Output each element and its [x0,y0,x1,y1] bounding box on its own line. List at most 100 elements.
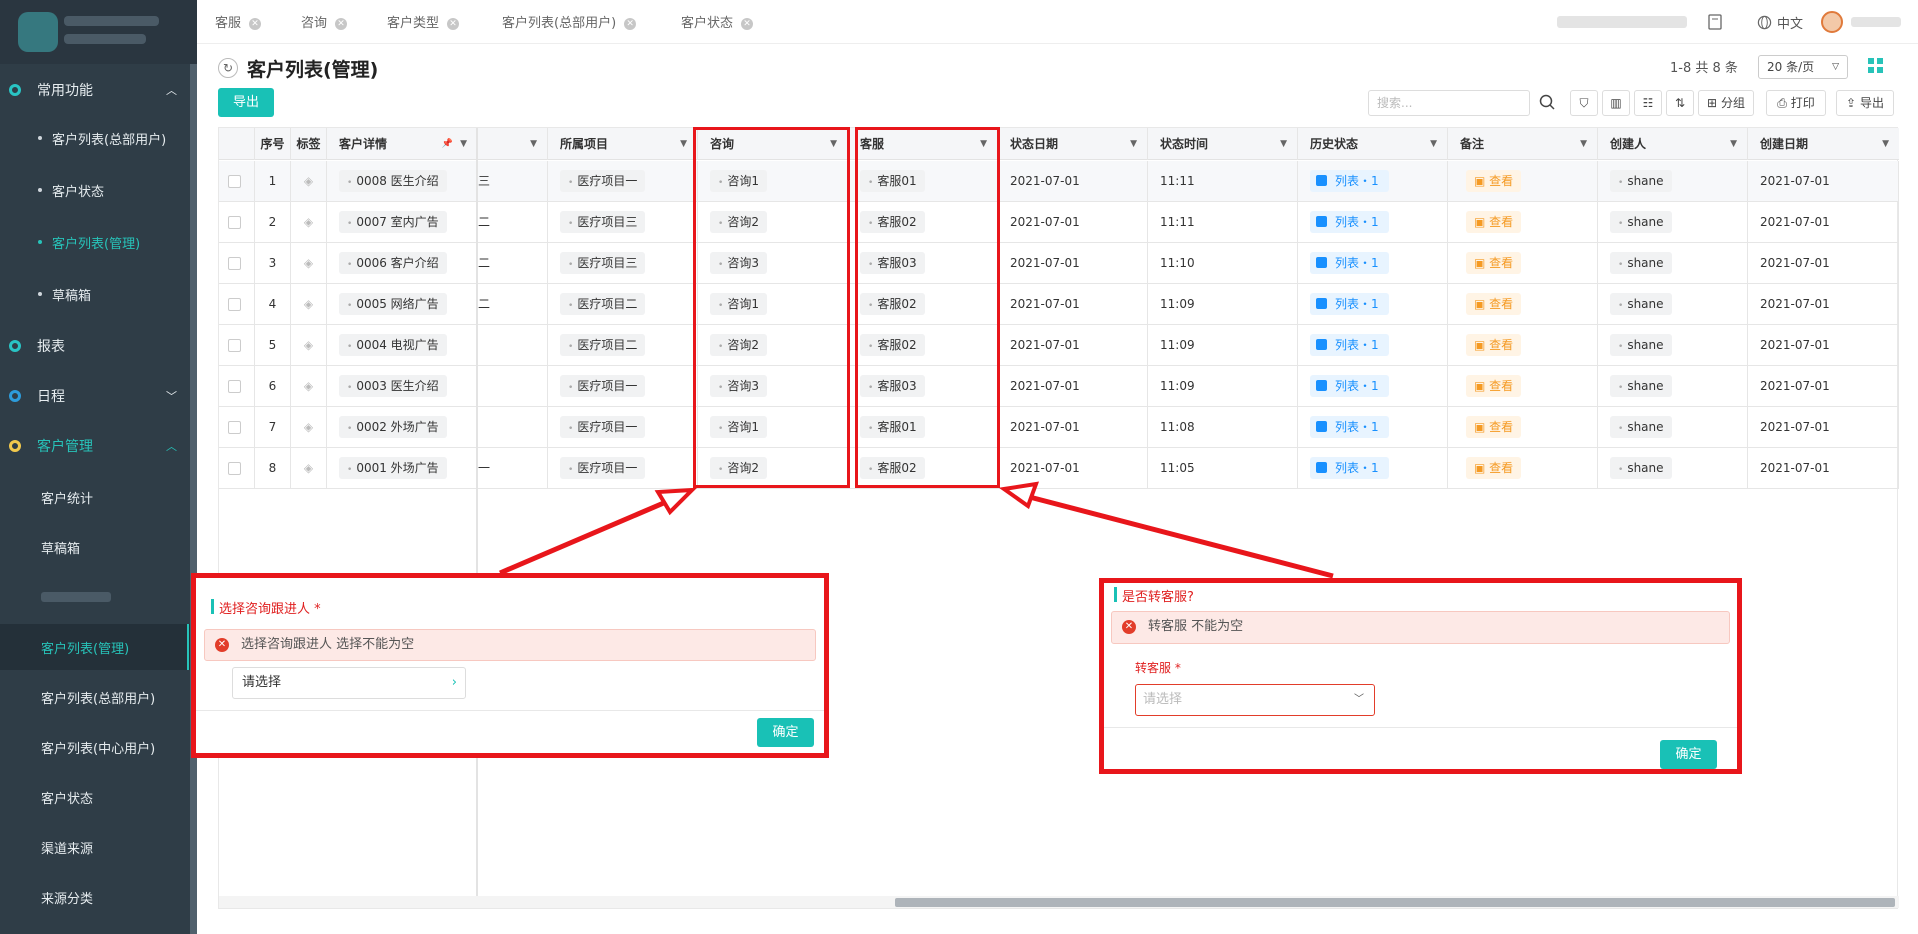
tag-icon[interactable]: ◈ [304,338,313,352]
book-icon[interactable] [1707,10,1723,34]
caret-down-icon[interactable]: ▼ [530,128,537,160]
header-create-date[interactable]: 创建日期 ▼ [1748,128,1899,160]
caret-down-icon[interactable]: ▼ [680,128,687,160]
service-confirm-button[interactable]: 确定 [1660,740,1717,769]
sidebar-scrollbar[interactable] [190,64,197,934]
table-row[interactable]: 8◈0001 外场广告一医疗项目一咨询2客服022021-07-0111:05列… [219,448,1899,489]
tab-customer-status[interactable]: 客户状态 ✕ [681,12,754,31]
sidebar-item-manage-list-2[interactable]: 客户列表(管理) [0,624,197,670]
sidebar-group-customer-mgmt[interactable]: 客户管理 ︿ [0,426,197,466]
sidebar-item-source-category[interactable]: 来源分类 [0,874,197,920]
sidebar-item-customer-status-2[interactable]: 客户状态 [0,774,197,820]
export-button[interactable]: 导出 [218,88,274,117]
customer-detail-tag[interactable]: 0002 外场广告 [339,416,447,438]
table-row[interactable]: 5◈0004 电视广告医疗项目二咨询2客服022021-07-0111:09列表… [219,325,1899,366]
group-button[interactable]: ⊞ 分组 [1698,90,1754,116]
view-remark-link[interactable]: ▣ 查看 [1466,293,1522,315]
service-select[interactable]: 请选择 ﹀ [1135,684,1375,716]
header-remark[interactable]: 备注 ▼ [1448,128,1598,160]
table-row[interactable]: 1◈0008 医生介绍三医疗项目一咨询1客服012021-07-0111:11列… [219,161,1899,202]
caret-down-icon[interactable]: ▼ [1730,128,1737,160]
search-input[interactable]: 搜索... [1368,90,1530,116]
history-status-link[interactable]: 列表・1 [1310,334,1389,356]
grid-view-icon[interactable] [1868,58,1884,74]
sidebar-item-hq-list[interactable]: 客户列表(总部用户) [0,118,197,158]
tag-icon[interactable]: ◈ [304,174,313,188]
view-remark-link[interactable]: ▣ 查看 [1466,252,1522,274]
table-row[interactable]: 2◈0007 室内广告二医疗项目三咨询2客服022021-07-0111:11列… [219,202,1899,243]
customer-detail-tag[interactable]: 0005 网络广告 [339,293,447,315]
sidebar-item-blurred[interactable] [0,574,197,620]
settings-icon[interactable]: ☷ [1634,90,1662,116]
caret-down-icon[interactable]: ▼ [1882,128,1889,160]
sidebar-item-customer-status[interactable]: 客户状态 [0,170,197,210]
tag-icon[interactable]: ◈ [304,379,313,393]
customer-detail-tag[interactable]: 0001 外场广告 [339,457,447,479]
row-checkbox[interactable] [228,298,241,311]
view-remark-link[interactable]: ▣ 查看 [1466,375,1522,397]
header-creator[interactable]: 创建人 ▼ [1598,128,1748,160]
row-checkbox[interactable] [228,462,241,475]
row-checkbox[interactable] [228,257,241,270]
sidebar-item-customer-stats[interactable]: 客户统计 [0,474,197,520]
caret-down-icon[interactable]: ▼ [1280,128,1287,160]
sidebar-item-hq-list-2[interactable]: 客户列表(总部用户) [0,674,197,720]
tag-icon[interactable]: ◈ [304,297,313,311]
refresh-icon[interactable]: ↻ [218,58,238,78]
header-project[interactable]: 所属项目 ▼ [548,128,698,160]
close-icon[interactable]: ✕ [335,18,348,30]
tab-consult[interactable]: 咨询 ✕ [301,12,348,31]
export-tool-button[interactable]: ⇪ 导出 [1836,90,1894,116]
sidebar-group-common[interactable]: 常用功能 ︿ [0,70,197,110]
customer-detail-tag[interactable]: 0006 客户介绍 [339,252,447,274]
close-icon[interactable]: ✕ [447,18,460,30]
customer-detail-tag[interactable]: 0004 电视广告 [339,334,447,356]
history-status-link[interactable]: 列表・1 [1310,375,1389,397]
customer-detail-tag[interactable]: 0003 医生介绍 [339,375,447,397]
table-row[interactable]: 4◈0005 网络广告二医疗项目二咨询1客服022021-07-0111:09列… [219,284,1899,325]
filter-icon[interactable]: ⛉ [1570,90,1598,116]
close-icon[interactable]: ✕ [249,18,262,30]
caret-down-icon[interactable]: ▼ [460,128,467,160]
history-status-link[interactable]: 列表・1 [1310,211,1389,233]
table-row[interactable]: 3◈0006 客户介绍二医疗项目三咨询3客服032021-07-0111:10列… [219,243,1899,284]
header-detail[interactable]: 客户详情 📌 ▼ [327,128,478,160]
sidebar-item-manage-list[interactable]: 客户列表(管理) [0,222,197,262]
header-status-time[interactable]: 状态时间 ▼ [1148,128,1298,160]
sidebar-item-drafts-2[interactable]: 草稿箱 [0,524,197,570]
row-checkbox[interactable] [228,380,241,393]
caret-down-icon[interactable]: ▼ [1580,128,1587,160]
print-button[interactable]: ⎙ 打印 [1766,90,1826,116]
history-status-link[interactable]: 列表・1 [1310,293,1389,315]
close-icon[interactable]: ✕ [741,18,754,30]
row-checkbox[interactable] [228,216,241,229]
pin-icon[interactable]: 📌 [442,128,453,160]
header-status-date[interactable]: 状态日期 ▼ [998,128,1148,160]
chart-icon[interactable]: ▥ [1602,90,1630,116]
scrollbar-thumb[interactable] [895,898,1895,907]
consult-select[interactable]: 请选择 › [232,667,466,699]
sidebar-item-center-list[interactable]: 客户列表(中心用户) [0,724,197,770]
page-size-select[interactable]: 20 条/页 ▽ [1758,55,1848,79]
tab-hq-list[interactable]: 客户列表(总部用户) ✕ [502,12,637,31]
header-history[interactable]: 历史状态 ▼ [1298,128,1448,160]
table-row[interactable]: 7◈0002 外场广告医疗项目一咨询1客服012021-07-0111:08列表… [219,407,1899,448]
sidebar-group-report[interactable]: 报表 [0,326,197,366]
tag-icon[interactable]: ◈ [304,461,313,475]
tag-icon[interactable]: ◈ [304,215,313,229]
search-icon[interactable] [1538,93,1556,111]
row-checkbox[interactable] [228,339,241,352]
close-icon[interactable]: ✕ [624,18,637,30]
sort-icon[interactable]: ⇅ [1666,90,1694,116]
view-remark-link[interactable]: ▣ 查看 [1466,457,1522,479]
tag-icon[interactable]: ◈ [304,420,313,434]
view-remark-link[interactable]: ▣ 查看 [1466,211,1522,233]
consult-confirm-button[interactable]: 确定 [757,718,814,747]
customer-detail-tag[interactable]: 0008 医生介绍 [339,170,447,192]
view-remark-link[interactable]: ▣ 查看 [1466,416,1522,438]
horizontal-scrollbar[interactable] [219,896,1899,908]
header-hidden-col[interactable]: ▼ [478,128,548,160]
history-status-link[interactable]: 列表・1 [1310,170,1389,192]
history-status-link[interactable]: 列表・1 [1310,457,1389,479]
sidebar-item-channel-source[interactable]: 渠道来源 [0,824,197,870]
